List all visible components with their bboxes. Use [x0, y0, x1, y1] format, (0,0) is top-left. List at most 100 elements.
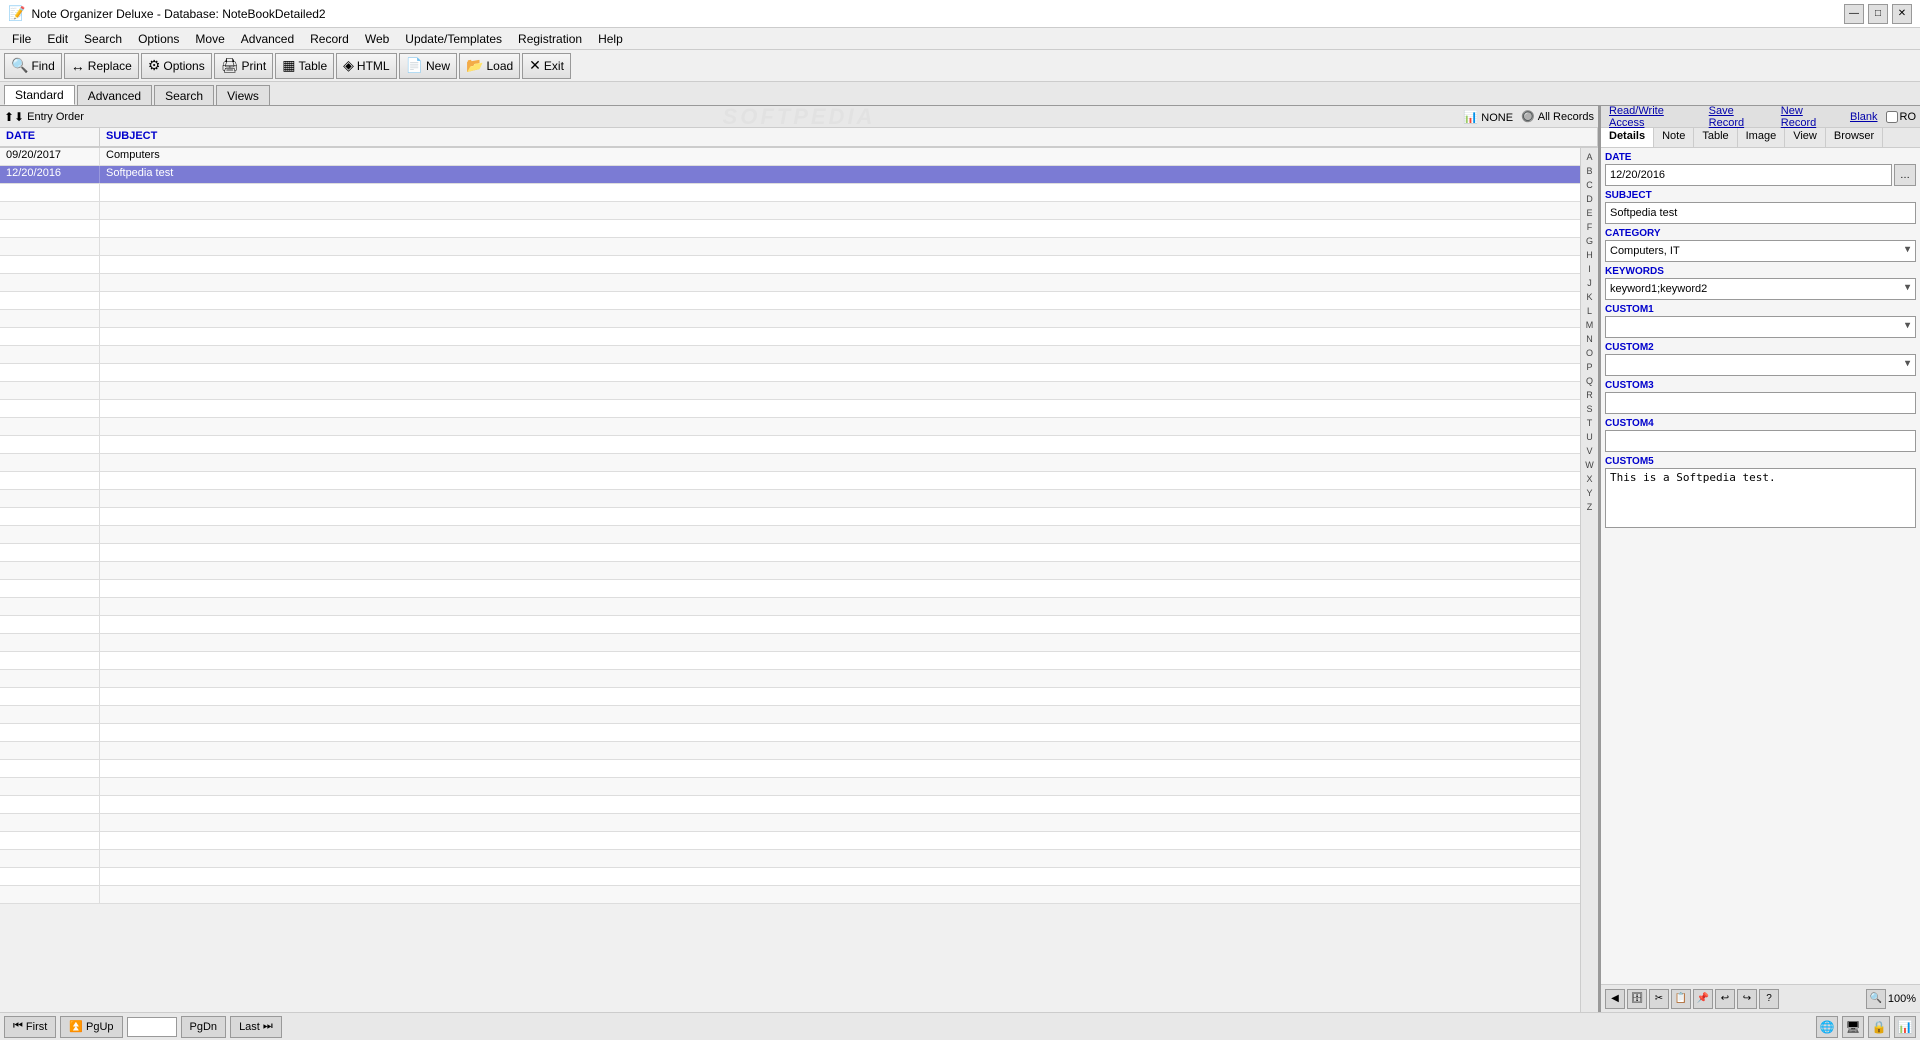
table-button[interactable]: ▦ Table [275, 53, 334, 79]
empty-row[interactable] [0, 184, 1580, 202]
print-button[interactable]: 🖨 Print [214, 53, 273, 79]
empty-row[interactable] [0, 364, 1580, 382]
category-select[interactable]: Computers, IT [1605, 240, 1916, 262]
menu-options[interactable]: Options [130, 30, 187, 48]
custom5-textarea[interactable]: This is a Softpedia test. [1605, 468, 1916, 528]
empty-row[interactable] [0, 238, 1580, 256]
date-input[interactable] [1605, 164, 1892, 186]
empty-row[interactable] [0, 634, 1580, 652]
read-write-action[interactable]: Read/Write Access [1605, 104, 1701, 130]
page-number-input[interactable] [127, 1017, 177, 1037]
menu-update-templates[interactable]: Update/Templates [397, 30, 510, 48]
alpha-p[interactable]: P [1581, 360, 1598, 374]
custom2-select[interactable] [1605, 354, 1916, 376]
col-header-date[interactable]: DATE [0, 128, 100, 146]
empty-row[interactable] [0, 328, 1580, 346]
details-tab-table[interactable]: Table [1694, 128, 1737, 147]
alpha-t[interactable]: T [1581, 416, 1598, 430]
col-header-subject[interactable]: SUBJECT [100, 128, 1598, 146]
empty-row[interactable] [0, 382, 1580, 400]
alpha-s[interactable]: S [1581, 402, 1598, 416]
status-icon-3[interactable]: 🔒 [1868, 1016, 1890, 1038]
empty-row[interactable] [0, 688, 1580, 706]
alpha-r[interactable]: R [1581, 388, 1598, 402]
load-button[interactable]: 📂 Load [459, 53, 520, 79]
alpha-d[interactable]: D [1581, 192, 1598, 206]
empty-row[interactable] [0, 310, 1580, 328]
custom3-input[interactable] [1605, 392, 1916, 414]
alpha-u[interactable]: U [1581, 430, 1598, 444]
empty-row[interactable] [0, 760, 1580, 778]
status-icon-1[interactable]: 🌐 [1816, 1016, 1838, 1038]
empty-row[interactable] [0, 202, 1580, 220]
details-help-button[interactable]: ? [1759, 989, 1779, 1009]
subject-input[interactable] [1605, 202, 1916, 224]
tab-views[interactable]: Views [216, 85, 270, 105]
status-icon-2[interactable]: 🖥 [1842, 1016, 1864, 1038]
details-back-button[interactable]: ◀ [1605, 989, 1625, 1009]
save-record-action[interactable]: Save Record [1705, 104, 1773, 130]
empty-row[interactable] [0, 796, 1580, 814]
menu-advanced[interactable]: Advanced [233, 30, 302, 48]
menu-registration[interactable]: Registration [510, 30, 590, 48]
date-picker-button[interactable]: … [1894, 164, 1916, 186]
alpha-m[interactable]: M [1581, 318, 1598, 332]
zoom-out-button[interactable]: 🔍 [1866, 989, 1886, 1009]
empty-row[interactable] [0, 220, 1580, 238]
menu-file[interactable]: File [4, 30, 39, 48]
details-paste-button[interactable]: 📌 [1693, 989, 1713, 1009]
alpha-l[interactable]: L [1581, 304, 1598, 318]
replace-button[interactable]: ↔ Replace [64, 53, 139, 79]
empty-row[interactable] [0, 598, 1580, 616]
alpha-c[interactable]: C [1581, 178, 1598, 192]
menu-move[interactable]: Move [187, 30, 232, 48]
alpha-o[interactable]: O [1581, 346, 1598, 360]
new-record-action[interactable]: New Record [1777, 104, 1842, 130]
empty-row[interactable] [0, 400, 1580, 418]
options-button[interactable]: ⚙ Options [141, 53, 212, 79]
empty-row[interactable] [0, 346, 1580, 364]
menu-help[interactable]: Help [590, 30, 631, 48]
find-button[interactable]: 🔍 Find [4, 53, 62, 79]
blank-action[interactable]: Blank [1846, 110, 1882, 124]
empty-row[interactable] [0, 508, 1580, 526]
empty-row[interactable] [0, 742, 1580, 760]
close-button[interactable]: ✕ [1892, 4, 1912, 24]
menu-web[interactable]: Web [357, 30, 397, 48]
empty-row[interactable] [0, 292, 1580, 310]
empty-row[interactable] [0, 562, 1580, 580]
empty-row[interactable] [0, 472, 1580, 490]
alpha-g[interactable]: G [1581, 234, 1598, 248]
last-button[interactable]: Last ⏭ [230, 1016, 282, 1038]
sort-entry-order[interactable]: ⬆⬇ Entry Order [4, 110, 84, 124]
first-button[interactable]: ⏮ First [4, 1016, 56, 1038]
empty-row[interactable] [0, 490, 1580, 508]
pgdn-button[interactable]: PgDn [181, 1016, 227, 1038]
alpha-x[interactable]: X [1581, 472, 1598, 486]
table-row[interactable]: 09/20/2017 Computers [0, 148, 1580, 166]
maximize-button[interactable]: □ [1868, 4, 1888, 24]
html-button[interactable]: ◈ HTML [336, 53, 396, 79]
alpha-j[interactable]: J [1581, 276, 1598, 290]
empty-row[interactable] [0, 274, 1580, 292]
empty-row[interactable] [0, 436, 1580, 454]
tab-search[interactable]: Search [154, 85, 214, 105]
ro-checkbox[interactable] [1886, 111, 1898, 123]
alpha-e[interactable]: E [1581, 206, 1598, 220]
empty-row[interactable] [0, 724, 1580, 742]
empty-row[interactable] [0, 418, 1580, 436]
empty-row[interactable] [0, 454, 1580, 472]
empty-row[interactable] [0, 706, 1580, 724]
details-db-button[interactable]: 🗄 [1627, 989, 1647, 1009]
empty-row[interactable] [0, 670, 1580, 688]
details-redo-button[interactable]: ↪ [1737, 989, 1757, 1009]
empty-row[interactable] [0, 832, 1580, 850]
alpha-y[interactable]: Y [1581, 486, 1598, 500]
custom1-select[interactable] [1605, 316, 1916, 338]
tab-standard[interactable]: Standard [4, 85, 75, 105]
alpha-f[interactable]: F [1581, 220, 1598, 234]
custom4-input[interactable] [1605, 430, 1916, 452]
details-tab-note[interactable]: Note [1654, 128, 1694, 147]
menu-search[interactable]: Search [76, 30, 130, 48]
alpha-n[interactable]: N [1581, 332, 1598, 346]
